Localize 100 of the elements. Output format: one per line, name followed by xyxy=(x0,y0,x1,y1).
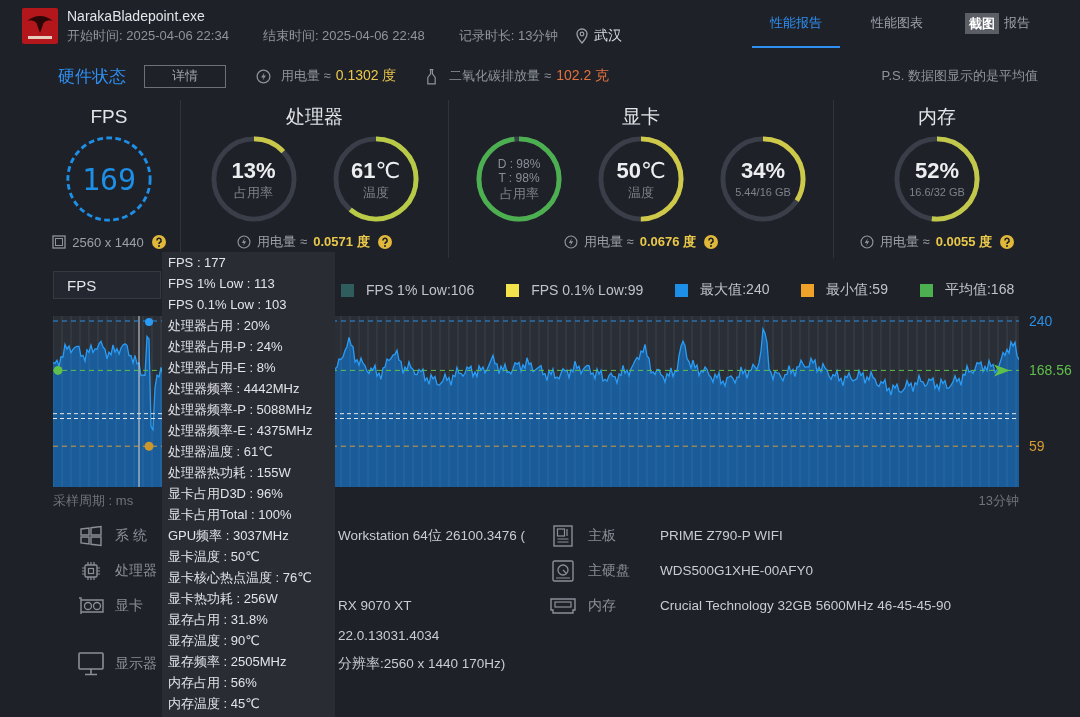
tooltip-line: 处理器频率-E : 4375MHz xyxy=(168,422,314,440)
location-pin-icon xyxy=(576,28,589,44)
section-title: 硬件状态 xyxy=(58,65,126,88)
gauge-caption: 占用率 xyxy=(234,183,273,201)
tooltip-line: 处理器频率-P : 5088MHz xyxy=(168,401,314,419)
tooltip-line: 显存温度 : 90℃ xyxy=(168,632,261,650)
tooltip-line: 内存占用 : 56% xyxy=(168,674,258,692)
hardware-value: 22.0.13031.4034 xyxy=(338,627,440,643)
power-value: 0.1302 度 xyxy=(335,67,397,85)
tooltip-line: 处理器占用 : 20% xyxy=(168,317,271,335)
gauge-value: 13% xyxy=(231,157,276,184)
tooltip-line: 显卡温度 : 50℃ xyxy=(168,548,261,566)
power-label: 用电量 ≈ xyxy=(583,233,634,251)
motherboard-icon xyxy=(550,524,576,547)
location-text: 武汉 xyxy=(594,27,623,45)
tab[interactable]: 性能图表 xyxy=(853,0,941,48)
reference-value: 240 xyxy=(1029,313,1053,329)
maximum-dot-icon xyxy=(145,318,153,326)
hardware-value: WDS500G1XHE-00AFY0 xyxy=(660,563,814,578)
co2-label: 二氧化碳排放量 ≈ xyxy=(449,67,552,85)
fps-value: 169 xyxy=(81,161,137,197)
graphics-card-icon xyxy=(78,594,104,617)
reference-value: 168.56 xyxy=(1029,362,1072,379)
group-title: 内存 xyxy=(918,105,956,129)
bottle-icon xyxy=(426,67,438,85)
group-title: 显卡 xyxy=(622,105,660,129)
gauge-value: 34% xyxy=(740,157,785,184)
hardware-label: 显卡 xyxy=(115,596,143,615)
power-value: 0.0571 度 xyxy=(313,233,370,251)
resolution-text: 2560 x 1440 xyxy=(72,234,144,250)
tooltip-line: 显卡核心热点温度 : 76℃ xyxy=(168,569,313,587)
gauge-reading: T : 98% xyxy=(498,170,540,185)
hardware-label: 处理器 xyxy=(115,561,157,580)
legend-label: FPS 1% Low:106 xyxy=(366,282,475,298)
help-icon[interactable] xyxy=(704,235,719,249)
gauge-reading: D : 98% xyxy=(497,156,541,171)
gauge-caption: 占用率 xyxy=(499,184,539,202)
hard-drive-icon xyxy=(550,559,576,582)
hardware-value: PRIME Z790-P WIFI xyxy=(660,528,783,543)
tooltip-line: 处理器占用-P : 24% xyxy=(168,338,284,356)
gauge-value: 52% xyxy=(914,157,959,184)
hardware-label: 系 统 xyxy=(115,526,147,545)
four-squares-icon xyxy=(78,524,104,547)
tooltip-line: 处理器占用-E : 8% xyxy=(168,359,277,377)
legend-label: 最大值:240 xyxy=(700,281,770,299)
tooltip-line: FPS : 177 xyxy=(168,254,227,272)
axis-caption: 采样周期 : ms xyxy=(53,492,134,510)
record-duration: 记录时长: 13分钟 xyxy=(458,27,559,45)
power-value: 0.0055 度 xyxy=(935,233,993,251)
tooltip-line: 显存占用 : 31.8% xyxy=(168,611,269,629)
gauge-value: 50℃ xyxy=(616,157,666,184)
gauge-caption: 5.44/16 GB xyxy=(735,184,791,200)
hardware-value: RX 9070 XT xyxy=(338,598,412,613)
gauge-caption: 温度 xyxy=(628,183,654,201)
power-icon xyxy=(256,68,271,84)
tooltip-line: FPS 1% Low : 113 xyxy=(168,275,276,293)
tooltip-line: 显卡占用Total : 100% xyxy=(168,506,293,524)
legend-label: 平均值:168 xyxy=(944,281,1015,299)
hardware-label: 内存 xyxy=(588,596,616,615)
power-label: 用电量 ≈ xyxy=(879,233,930,251)
power-value: 0.0676 度 xyxy=(639,233,697,251)
hardware-value: Workstation 64位 26100.3476 ( xyxy=(338,526,526,545)
hardware-label: 主板 xyxy=(588,526,616,545)
group-title: 处理器 xyxy=(286,105,343,129)
details-button[interactable]: 详情 xyxy=(144,64,226,88)
end-time: 结束时间: 2025-04-06 22:48 xyxy=(262,27,425,45)
frame-icon xyxy=(52,235,67,249)
hardware-label: 主硬盘 xyxy=(588,561,630,580)
screenshot-button[interactable]: 截图 xyxy=(965,13,999,34)
start-time: 开始时间: 2025-04-06 22:34 xyxy=(67,27,229,45)
group-title: FPS xyxy=(90,105,128,129)
help-icon[interactable] xyxy=(1000,235,1015,249)
help-icon[interactable] xyxy=(377,235,392,249)
legend-label: 最小值:59 xyxy=(826,281,888,299)
tooltip-line: GPU频率 : 3037MHz xyxy=(168,527,290,545)
hardware-label: 显示器 xyxy=(115,654,157,673)
process-name: NarakaBladepoint.exe xyxy=(67,7,205,25)
tooltip-line: 处理器频率 : 4442MHz xyxy=(168,380,301,398)
axis-end-label: 13分钟 xyxy=(978,492,1019,510)
hardware-value: 分辨率:2560 x 1440 170Hz) xyxy=(338,654,506,673)
co2-value: 102.2 克 xyxy=(556,67,610,85)
tooltip-line: 显卡热功耗 : 256W xyxy=(168,590,279,608)
legend-label: FPS 0.1% Low:99 xyxy=(531,282,644,298)
power-label: 用电量 ≈ xyxy=(257,233,308,251)
tooltip-line: 内存温度 : 45℃ xyxy=(168,695,261,713)
tab[interactable]: 性能报告 xyxy=(752,0,840,48)
app-logo-icon xyxy=(22,8,58,44)
tooltip-line: 显卡占用D3D : 96% xyxy=(168,485,284,503)
gauge-value: 61℃ xyxy=(350,157,401,184)
reference-value: 59 xyxy=(1029,438,1045,455)
power-icon xyxy=(237,235,252,249)
tooltip-line: 处理器热功耗 : 155W xyxy=(168,464,292,482)
tooltip-line: 处理器温度 : 61℃ xyxy=(168,443,274,461)
minimum-dot-icon xyxy=(144,441,154,451)
power-icon xyxy=(563,235,578,249)
note-text: P.S. 数据图显示的是平均值 xyxy=(881,67,1038,85)
monitor-icon xyxy=(78,651,104,676)
power-icon xyxy=(859,235,874,249)
help-icon[interactable] xyxy=(151,235,166,249)
metric-dropdown[interactable]: FPS xyxy=(53,271,161,299)
